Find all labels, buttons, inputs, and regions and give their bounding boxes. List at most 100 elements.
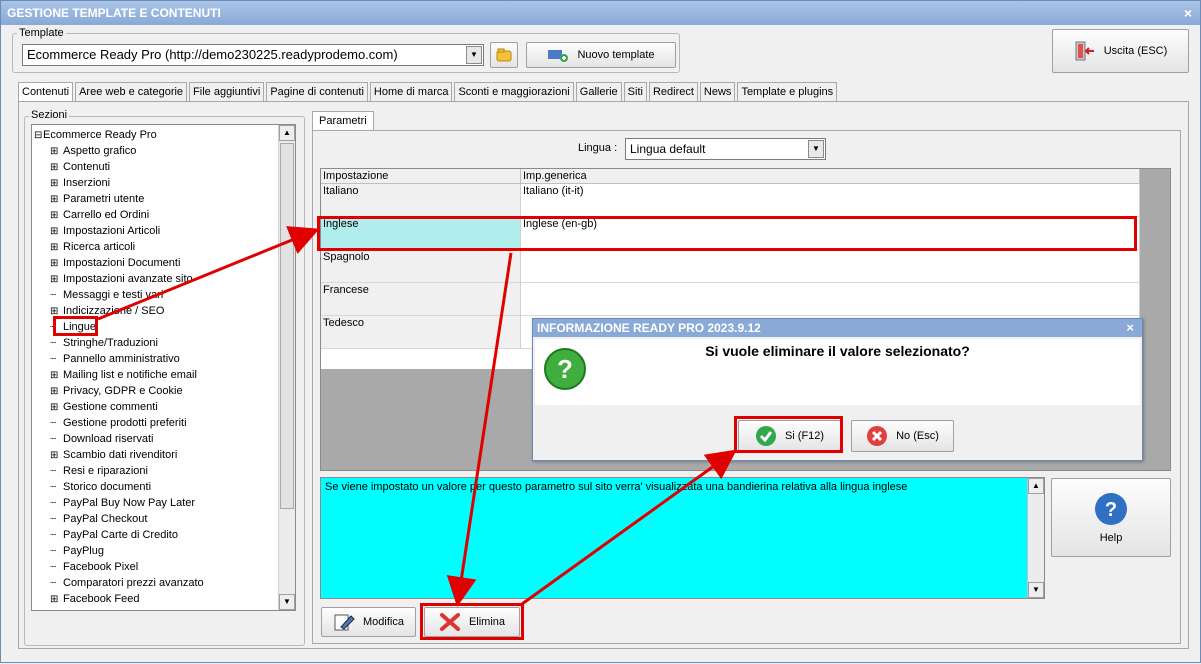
- tree-item[interactable]: ┈ Messaggi e testi vari: [50, 287, 163, 303]
- tree-scrollbar[interactable]: ▲ ▼: [278, 125, 295, 610]
- scroll-up-icon[interactable]: ▲: [1028, 478, 1044, 494]
- sections-tree[interactable]: ⊟Ecommerce Ready Pro ⊞ Aspetto grafico ⊞ Co…: [31, 124, 296, 611]
- expand-icon[interactable]: ⊞: [50, 272, 59, 288]
- expand-icon[interactable]: ⊞: [50, 256, 59, 272]
- tab-file-aggiuntivi[interactable]: File aggiuntivi: [189, 82, 265, 102]
- delete-button[interactable]: Elimina: [424, 607, 520, 637]
- dialog-body: ? Si vuole eliminare il valore seleziona…: [535, 339, 1140, 405]
- tab-contenuti[interactable]: Contenuti: [18, 82, 74, 103]
- tree-item[interactable]: ⊞ Contenuti: [50, 159, 110, 175]
- expand-icon[interactable]: ⊞: [50, 304, 59, 320]
- scroll-up-icon[interactable]: ▲: [279, 125, 295, 141]
- dialog-close-icon[interactable]: ×: [1126, 319, 1134, 337]
- tree-item[interactable]: ┈ Download riservati: [50, 431, 153, 447]
- lingua-select[interactable]: Lingua default ▼: [625, 138, 826, 160]
- tab-pagine-contenuti[interactable]: Pagine di contenuti: [266, 82, 368, 102]
- tree-item[interactable]: ⊞ Parametri utente: [50, 191, 144, 207]
- chevron-down-icon[interactable]: ▼: [808, 140, 824, 158]
- tree-item[interactable]: ⊞ Impostazioni Documenti: [50, 255, 180, 271]
- tree-item[interactable]: ┈ Resi e riparazioni: [50, 463, 148, 479]
- tree-item[interactable]: ⊞ Gestione commenti: [50, 399, 158, 415]
- col-header-setting[interactable]: Impostazione: [321, 169, 521, 184]
- tree-item[interactable]: ┈ Storico documenti: [50, 479, 151, 495]
- grid-cell-generic[interactable]: [521, 283, 1140, 316]
- tree-item[interactable]: ┈ PayPlug: [50, 543, 104, 559]
- tree-item-label: Gestione commenti: [63, 401, 158, 413]
- tree-item[interactable]: ┈ Stringhe/Traduzioni: [50, 335, 158, 351]
- tree-item[interactable]: ⊞ Impostazioni avanzate sito: [50, 271, 193, 287]
- template-select[interactable]: Ecommerce Ready Pro (http://demo230225.r…: [22, 44, 484, 66]
- tree-item[interactable]: ⊞ Indicizzazione / SEO: [50, 303, 165, 319]
- expand-icon[interactable]: ⊞: [50, 208, 59, 224]
- modify-button[interactable]: Modifica: [321, 607, 416, 637]
- expand-icon[interactable]: ⊞: [50, 400, 59, 416]
- tree-item[interactable]: ┈ Comparatori prezzi avanzato: [50, 575, 204, 591]
- expand-icon[interactable]: ⊞: [50, 176, 59, 192]
- expand-icon[interactable]: ⊞: [50, 240, 59, 256]
- tab-gallerie[interactable]: Gallerie: [575, 82, 622, 102]
- tree-item[interactable]: ⊞ PlatiP...: [50, 607, 100, 610]
- expand-icon[interactable]: ⊞: [50, 368, 59, 384]
- grid-cell-setting[interactable]: Francese: [321, 283, 521, 316]
- tree-item[interactable]: ⊞ Impostazioni Articoli: [50, 223, 160, 239]
- exit-button[interactable]: Uscita (ESC): [1052, 29, 1189, 73]
- grid-cell-generic[interactable]: Inglese (en-gb): [521, 217, 1140, 250]
- scroll-thumb[interactable]: [280, 143, 294, 509]
- tree-item-label: Ricerca articoli: [63, 241, 136, 253]
- expand-icon[interactable]: ⊞: [50, 224, 59, 240]
- tree-item-label: PayPlug: [63, 545, 104, 557]
- collapse-icon[interactable]: ⊟: [34, 128, 43, 144]
- tree-item[interactable]: ⊞ Inserzioni: [50, 175, 110, 191]
- tab-sconti[interactable]: Sconti e maggiorazioni: [454, 82, 574, 102]
- expand-icon[interactable]: ⊞: [50, 192, 59, 208]
- chevron-down-icon[interactable]: ▼: [466, 46, 482, 64]
- tab-redirect[interactable]: Redirect: [648, 82, 698, 102]
- close-icon[interactable]: ×: [1184, 1, 1192, 25]
- expand-icon[interactable]: ⊞: [50, 384, 59, 400]
- tab-template-plugins[interactable]: Template e plugins: [737, 82, 838, 102]
- grid-cell-setting[interactable]: Tedesco: [321, 316, 521, 349]
- tree-item[interactable]: ┈ PayPal Checkout: [50, 511, 147, 527]
- tree-item[interactable]: ⊞ Scambio dati rivenditori: [50, 447, 177, 463]
- tree-item-label: Comparatori prezzi avanzato: [63, 577, 204, 589]
- description-box[interactable]: Se viene impostato un valore per questo …: [320, 477, 1045, 599]
- tree-item[interactable]: ⊞ Aspetto grafico: [50, 143, 136, 159]
- expand-icon[interactable]: ⊞: [50, 144, 59, 160]
- expand-icon[interactable]: ⊞: [50, 160, 59, 176]
- tree-item[interactable]: ┈ Gestione prodotti preferiti: [50, 415, 187, 431]
- col-header-generic[interactable]: Imp.generica: [521, 169, 1140, 184]
- tree-item[interactable]: ┈ Facebook Pixel: [50, 559, 138, 575]
- tree-item[interactable]: ⊞ Carrello ed Ordini: [50, 207, 149, 223]
- scroll-down-icon[interactable]: ▼: [279, 594, 295, 610]
- expand-icon[interactable]: ⊞: [50, 448, 59, 464]
- tree-item[interactable]: ⊞ Ricerca articoli: [50, 239, 135, 255]
- tab-aree-web[interactable]: Aree web e categorie: [75, 82, 188, 102]
- tree-item[interactable]: ┈ Pannello amministrativo: [50, 351, 180, 367]
- tree-item[interactable]: ⊞ Facebook Feed: [50, 591, 139, 607]
- open-folder-button[interactable]: [490, 42, 518, 68]
- tab-parametri[interactable]: Parametri: [312, 111, 374, 131]
- description-scrollbar[interactable]: ▲ ▼: [1027, 478, 1044, 598]
- tab-news[interactable]: News: [699, 82, 736, 102]
- yes-button[interactable]: Si (F12): [738, 420, 841, 452]
- grid-cell-generic[interactable]: [521, 250, 1140, 283]
- expand-icon[interactable]: ⊞: [50, 592, 59, 608]
- tab-home-di-marca[interactable]: Home di marca: [369, 82, 453, 102]
- tree-root[interactable]: ⊟Ecommerce Ready Pro: [34, 127, 157, 143]
- exit-label: Uscita (ESC): [1103, 45, 1168, 57]
- tree-item[interactable]: ┈ Lingue: [50, 319, 96, 335]
- tree-item[interactable]: ┈ PayPal Buy Now Pay Later: [50, 495, 195, 511]
- grid-cell-generic[interactable]: Italiano (it-it): [521, 184, 1140, 217]
- no-button[interactable]: No (Esc): [851, 420, 954, 452]
- grid-cell-setting[interactable]: Spagnolo: [321, 250, 521, 283]
- expand-icon[interactable]: ⊞: [50, 608, 59, 610]
- tree-item[interactable]: ┈ PayPal Carte di Credito: [50, 527, 178, 543]
- tree-item[interactable]: ⊞ Mailing list e notifiche email: [50, 367, 197, 383]
- tree-item[interactable]: ⊞ Privacy, GDPR e Cookie: [50, 383, 183, 399]
- tab-siti[interactable]: Siti: [623, 82, 647, 102]
- grid-cell-setting[interactable]: Inglese: [321, 217, 521, 250]
- help-button[interactable]: ? Help: [1051, 478, 1171, 557]
- new-template-button[interactable]: Nuovo template: [526, 42, 676, 68]
- scroll-down-icon[interactable]: ▼: [1028, 582, 1044, 598]
- grid-cell-setting[interactable]: Italiano: [321, 184, 521, 217]
